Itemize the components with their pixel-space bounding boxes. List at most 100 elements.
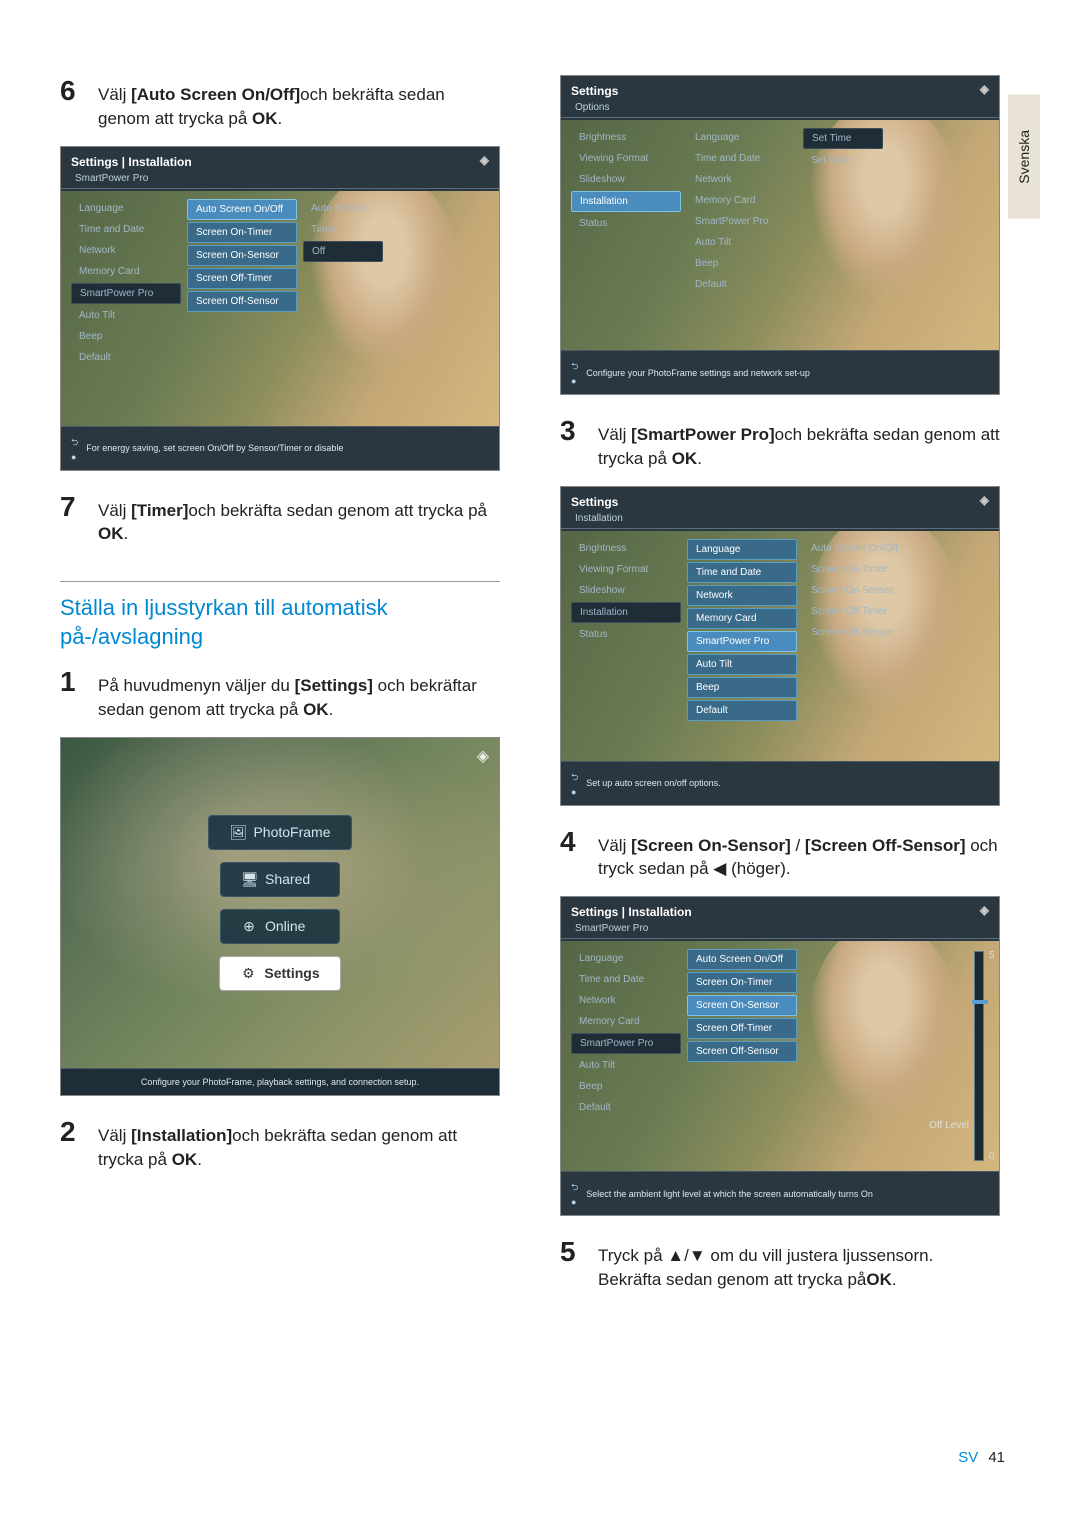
menu-item[interactable]: Status — [571, 214, 681, 233]
menu-item[interactable]: Viewing Format — [571, 149, 681, 168]
ss-submenu: Installation — [561, 513, 999, 529]
menu-item[interactable]: Timer — [303, 220, 383, 239]
menu-photoframe[interactable]: 🖼PhotoFrame — [208, 815, 351, 850]
ss-title: Settings◈ — [561, 76, 999, 102]
menu-item[interactable]: Brightness — [571, 128, 681, 147]
step-number: 2 — [60, 1116, 80, 1148]
t: [Screen On-Sensor] — [631, 836, 791, 855]
t: Settings | Installation — [571, 905, 692, 919]
menu-settings-selected[interactable]: ⚙Settings — [219, 956, 340, 991]
step-text: Välj [Screen On-Sensor] / [Screen Off-Se… — [598, 834, 1000, 882]
menu-item-selected[interactable]: SmartPower Pro — [687, 631, 797, 652]
ss-tip: ⮌● Set up auto screen on/off options. — [561, 761, 999, 805]
menu-item[interactable]: Network — [71, 241, 181, 260]
menu-item-selected[interactable]: Installation — [571, 191, 681, 212]
menu-item[interactable]: Memory Card — [571, 1012, 681, 1031]
menu-item[interactable]: Time and Date — [687, 562, 797, 583]
menu-screen: ◈ 🖼PhotoFrame 🖥Shared ⊕Online ⚙Settings — [61, 738, 499, 1068]
menu-item[interactable]: Default — [687, 700, 797, 721]
tip-text: Configure your PhotoFrame, playback sett… — [141, 1077, 419, 1087]
menu-item[interactable]: Viewing Format — [571, 560, 681, 579]
menu-item[interactable]: Language — [571, 949, 681, 968]
slider-thumb[interactable] — [972, 1000, 988, 1004]
menu-item[interactable]: Screen On-Timer — [803, 560, 913, 579]
slider-max: 5 — [989, 950, 995, 961]
menu-item[interactable]: Network — [687, 585, 797, 606]
ss-body: Language Time and Date Network Memory Ca… — [61, 191, 499, 426]
menu-item[interactable]: Time and Date — [687, 149, 797, 168]
menu-item-selected[interactable]: Screen On-Sensor — [687, 995, 797, 1016]
menu-item[interactable]: Default — [687, 275, 797, 294]
menu-item[interactable]: Language — [71, 199, 181, 218]
menu-item[interactable]: Beep — [687, 677, 797, 698]
step-2: 2 Välj [Installation]och bekräfta sedan … — [60, 1116, 500, 1172]
menu-item[interactable]: Screen Off-Timer — [687, 1018, 797, 1039]
menu-item[interactable]: Network — [687, 170, 797, 189]
t: . — [697, 449, 702, 468]
menu-item[interactable]: Auto Tilt — [71, 306, 181, 325]
menu-item[interactable]: Time and Date — [71, 220, 181, 239]
menu-item[interactable]: Set Time — [803, 128, 883, 149]
menu-item[interactable]: Beep — [71, 327, 181, 346]
ss-body: Brightness Viewing Format Slideshow Inst… — [561, 531, 999, 761]
menu-item[interactable]: Installation — [571, 602, 681, 623]
menu-item[interactable]: Language — [687, 128, 797, 147]
menu-item[interactable]: Time and Date — [571, 970, 681, 989]
menu-item[interactable]: SmartPower Pro — [571, 1033, 681, 1054]
menu-item[interactable]: Screen Off-Timer — [803, 602, 913, 621]
menu-item[interactable]: Slideshow — [571, 581, 681, 600]
ss-submenu: SmartPower Pro — [61, 173, 499, 189]
menu-item[interactable]: Default — [571, 1098, 681, 1117]
menu-item[interactable]: Screen Off-Timer — [187, 268, 297, 289]
t: OK — [303, 700, 329, 719]
menu-item[interactable]: Screen On-Timer — [187, 222, 297, 243]
menu-online[interactable]: ⊕Online — [220, 909, 340, 944]
menu-item[interactable]: Auto Screen On/Off — [687, 949, 797, 970]
light-slider[interactable]: 5 0 — [974, 951, 984, 1161]
menu-item[interactable]: Status — [571, 625, 681, 644]
menu-item[interactable]: Auto Screen On/Off — [803, 539, 913, 558]
back-icon: ⮌ — [71, 435, 78, 451]
menu-item[interactable]: Screen On-Sensor — [187, 245, 297, 266]
menu-item[interactable]: Auto Tilt — [687, 654, 797, 675]
menu-item[interactable]: Beep — [687, 254, 797, 273]
t: och bekräfta sedan genom att trycka på — [188, 501, 487, 520]
ss-title: Settings◈ — [561, 487, 999, 513]
footer-lang: SV — [958, 1449, 978, 1466]
menu-item[interactable]: Default — [71, 348, 181, 367]
ss-tip: Configure your PhotoFrame, playback sett… — [61, 1068, 499, 1095]
menu-item[interactable]: Memory Card — [687, 191, 797, 210]
ok-icon: ● — [71, 452, 78, 462]
menu-item[interactable]: Set Date — [803, 151, 883, 170]
menu-item[interactable]: Screen Off-Sensor — [187, 291, 297, 312]
t: OK — [866, 1270, 892, 1289]
menu-item[interactable]: Memory Card — [687, 608, 797, 629]
menu-item[interactable]: Network — [571, 991, 681, 1010]
ss-submenu: Options — [561, 102, 999, 118]
menu-item[interactable]: Auto Sensor — [303, 199, 383, 218]
menu-item-selected[interactable]: Auto Screen On/Off — [187, 199, 297, 220]
menu-item[interactable]: SmartPower Pro — [687, 212, 797, 231]
step-text: På huvudmenyn väljer du [Settings] och b… — [98, 674, 500, 722]
menu-shared[interactable]: 🖥Shared — [220, 862, 340, 897]
menu-item[interactable]: Auto Tilt — [571, 1056, 681, 1075]
ss-tip: ⮌● Configure your PhotoFrame settings an… — [561, 350, 999, 394]
slider-label: Off Level — [929, 1120, 969, 1131]
menu-item[interactable]: Beep — [571, 1077, 681, 1096]
back-icon: ⮌ — [571, 359, 578, 375]
screenshot-installation: Settings◈ Installation Brightness Viewin… — [560, 486, 1000, 806]
menu-item[interactable]: Off — [303, 241, 383, 262]
menu-item[interactable]: Auto Tilt — [687, 233, 797, 252]
menu-item[interactable]: Screen On-Sensor — [803, 581, 913, 600]
menu-item[interactable]: Screen On-Timer — [687, 972, 797, 993]
menu-item[interactable]: Brightness — [571, 539, 681, 558]
ss-tip: ⮌● Select the ambient light level at whi… — [561, 1171, 999, 1215]
menu-item[interactable]: Slideshow — [571, 170, 681, 189]
wifi-icon: ◈ — [477, 746, 489, 766]
menu-item[interactable]: Language — [687, 539, 797, 560]
screenshot-settings-options: Settings◈ Options Brightness Viewing For… — [560, 75, 1000, 395]
menu-item[interactable]: Screen Off-Sensor — [803, 623, 913, 642]
menu-item[interactable]: Screen Off-Sensor — [687, 1041, 797, 1062]
menu-item[interactable]: Memory Card — [71, 262, 181, 281]
menu-item[interactable]: SmartPower Pro — [71, 283, 181, 304]
